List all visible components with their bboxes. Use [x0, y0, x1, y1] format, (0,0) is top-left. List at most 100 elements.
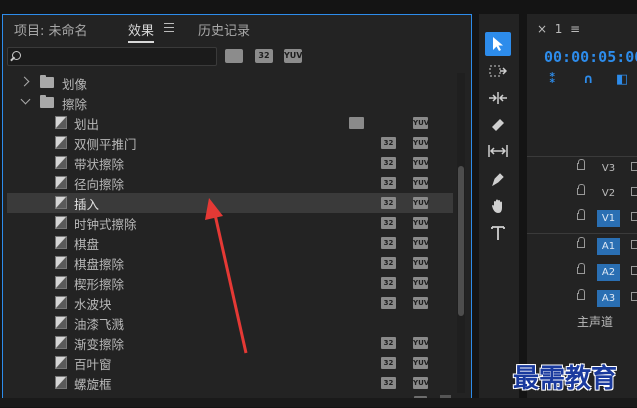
32bit-badge: 32	[381, 377, 396, 389]
track-label[interactable]: V2	[597, 185, 620, 202]
yuv-badge: YUV	[413, 297, 430, 309]
folder-row[interactable]: 划像	[7, 73, 453, 93]
scroll-thumb[interactable]	[458, 166, 464, 316]
track-header-v3[interactable]: V3	[527, 156, 637, 181]
sync-lock-icon[interactable]	[631, 266, 637, 275]
effect-item[interactable]: 时钟式擦除 32 YUV	[7, 213, 453, 233]
timeline-tab[interactable]: × 1 ≡	[537, 22, 580, 36]
lock-icon[interactable]	[577, 209, 585, 220]
effect-item[interactable]: 带状擦除 32 YUV	[7, 153, 453, 173]
lock-icon[interactable]	[577, 289, 585, 300]
lock-icon[interactable]	[577, 184, 585, 195]
effect-item[interactable]: 油漆飞溅	[7, 313, 453, 333]
track-header-a2[interactable]: A2	[527, 260, 637, 285]
type-tool-icon[interactable]	[485, 221, 511, 245]
tab-history[interactable]: 历史记录	[198, 20, 250, 39]
effects-tree: 划像 擦除 划出 YUV 双侧平推门 32 YUV 带状擦除 32 YUV 径向	[7, 73, 453, 408]
pen-tool-icon[interactable]	[485, 167, 511, 191]
track-header-a1[interactable]: A1	[527, 234, 637, 259]
effect-item[interactable]: 水波块 32 YUV	[7, 293, 453, 313]
search-input[interactable]	[26, 49, 211, 64]
sync-lock-icon[interactable]	[631, 162, 637, 171]
tab-project[interactable]: 项目: 未命名	[14, 20, 88, 39]
effect-icon	[55, 316, 67, 329]
sync-lock-icon[interactable]	[631, 212, 637, 221]
ripple-edit-tool-icon[interactable]	[485, 86, 511, 110]
effect-item[interactable]: 楔形擦除 32 YUV	[7, 273, 453, 293]
effect-item[interactable]: 径向擦除 32 YUV	[7, 173, 453, 193]
track-select-tool-icon[interactable]	[485, 60, 511, 84]
effect-item[interactable]: 百叶窗 32 YUV	[7, 353, 453, 373]
sync-lock-icon[interactable]	[631, 240, 637, 249]
track-label[interactable]: A1	[597, 238, 620, 255]
32bit-badge: 32	[381, 237, 396, 249]
effect-label: 棋盘擦除	[74, 257, 125, 272]
tab-effects[interactable]: 效果	[128, 20, 155, 43]
hand-tool-icon[interactable]	[485, 194, 511, 218]
effect-icon	[55, 336, 67, 349]
lock-icon[interactable]	[577, 237, 585, 248]
snap-icon[interactable]: ∩	[583, 72, 594, 87]
effect-item-selected[interactable]: 插入 32 YUV	[7, 193, 453, 213]
yuv-badge: YUV	[413, 377, 430, 389]
track-header-v2[interactable]: V2	[527, 181, 637, 206]
linked-selection-icon[interactable]: ◧	[616, 72, 628, 87]
effect-label: 楔形擦除	[74, 277, 125, 292]
accelerated-effects-filter-button[interactable]	[225, 49, 243, 63]
lock-icon[interactable]	[577, 159, 585, 170]
folder-label: 擦除	[62, 97, 88, 112]
effect-item[interactable]: 螺旋框 32 YUV	[7, 373, 453, 393]
lock-icon[interactable]	[577, 263, 585, 274]
sync-lock-icon[interactable]	[631, 292, 637, 301]
panel-menu-icon[interactable]	[164, 23, 174, 32]
close-icon[interactable]: ×	[537, 22, 547, 36]
effect-item[interactable]: 双侧平推门 32 YUV	[7, 133, 453, 153]
effect-icon	[55, 216, 67, 229]
yuv-badge: YUV	[413, 137, 430, 149]
yuv-filter-button[interactable]: YUV	[284, 49, 302, 63]
yuv-badge: YUV	[413, 197, 430, 209]
nest-icon[interactable]: ⁑	[549, 72, 556, 87]
chevron-right-icon[interactable]	[19, 76, 30, 87]
razor-tool-icon[interactable]	[485, 113, 511, 137]
track-label[interactable]: V3	[597, 160, 620, 177]
effect-label: 棋盘	[74, 237, 100, 252]
effect-item[interactable]: 棋盘 32 YUV	[7, 233, 453, 253]
track-header-v1[interactable]: V1	[527, 206, 637, 231]
effect-item[interactable]: 划出 YUV	[7, 113, 453, 133]
tab-menu-icon[interactable]: ≡	[570, 22, 580, 36]
track-label[interactable]: V1	[597, 210, 620, 227]
yuv-badge: YUV	[413, 177, 430, 189]
track-label[interactable]: A2	[597, 264, 620, 281]
32bit-badge: 32	[381, 137, 396, 149]
effect-label: 水波块	[74, 297, 112, 312]
folder-label: 划像	[62, 77, 88, 92]
timeline-toolbar: ⁑ ∩ ◧	[549, 72, 637, 87]
effect-icon	[55, 376, 67, 389]
track-header-a3[interactable]: A3	[527, 286, 637, 311]
yuv-badge: YUV	[413, 157, 430, 169]
effect-item[interactable]: 渐变擦除 32 YUV	[7, 333, 453, 353]
sequence-name: 1	[554, 22, 563, 36]
effect-label: 径向擦除	[74, 177, 125, 192]
tree-scrollbar[interactable]	[457, 73, 465, 393]
32bit-badge: 32	[381, 177, 396, 189]
playhead-timecode[interactable]: 00:00:05:00	[544, 48, 637, 66]
folder-row[interactable]: 擦除	[7, 93, 453, 113]
slip-tool-icon[interactable]	[485, 139, 511, 163]
effect-label: 油漆飞溅	[74, 317, 125, 332]
status-bar	[0, 398, 637, 407]
selection-tool-icon[interactable]	[485, 32, 511, 56]
sync-lock-icon[interactable]	[631, 187, 637, 196]
32bit-filter-button[interactable]: 32	[255, 49, 273, 63]
panel-tabs: 项目: 未命名 效果 历史记录	[3, 15, 471, 43]
effect-icon	[55, 236, 67, 249]
effect-label: 划出	[74, 117, 100, 132]
search-field[interactable]	[7, 47, 217, 66]
chevron-down-icon[interactable]	[20, 94, 31, 105]
yuv-badge: YUV	[413, 217, 430, 229]
32bit-badge: 32	[381, 277, 396, 289]
32bit-badge: 32	[381, 217, 396, 229]
effect-item[interactable]: 棋盘擦除 32 YUV	[7, 253, 453, 273]
track-label[interactable]: A3	[597, 290, 620, 307]
